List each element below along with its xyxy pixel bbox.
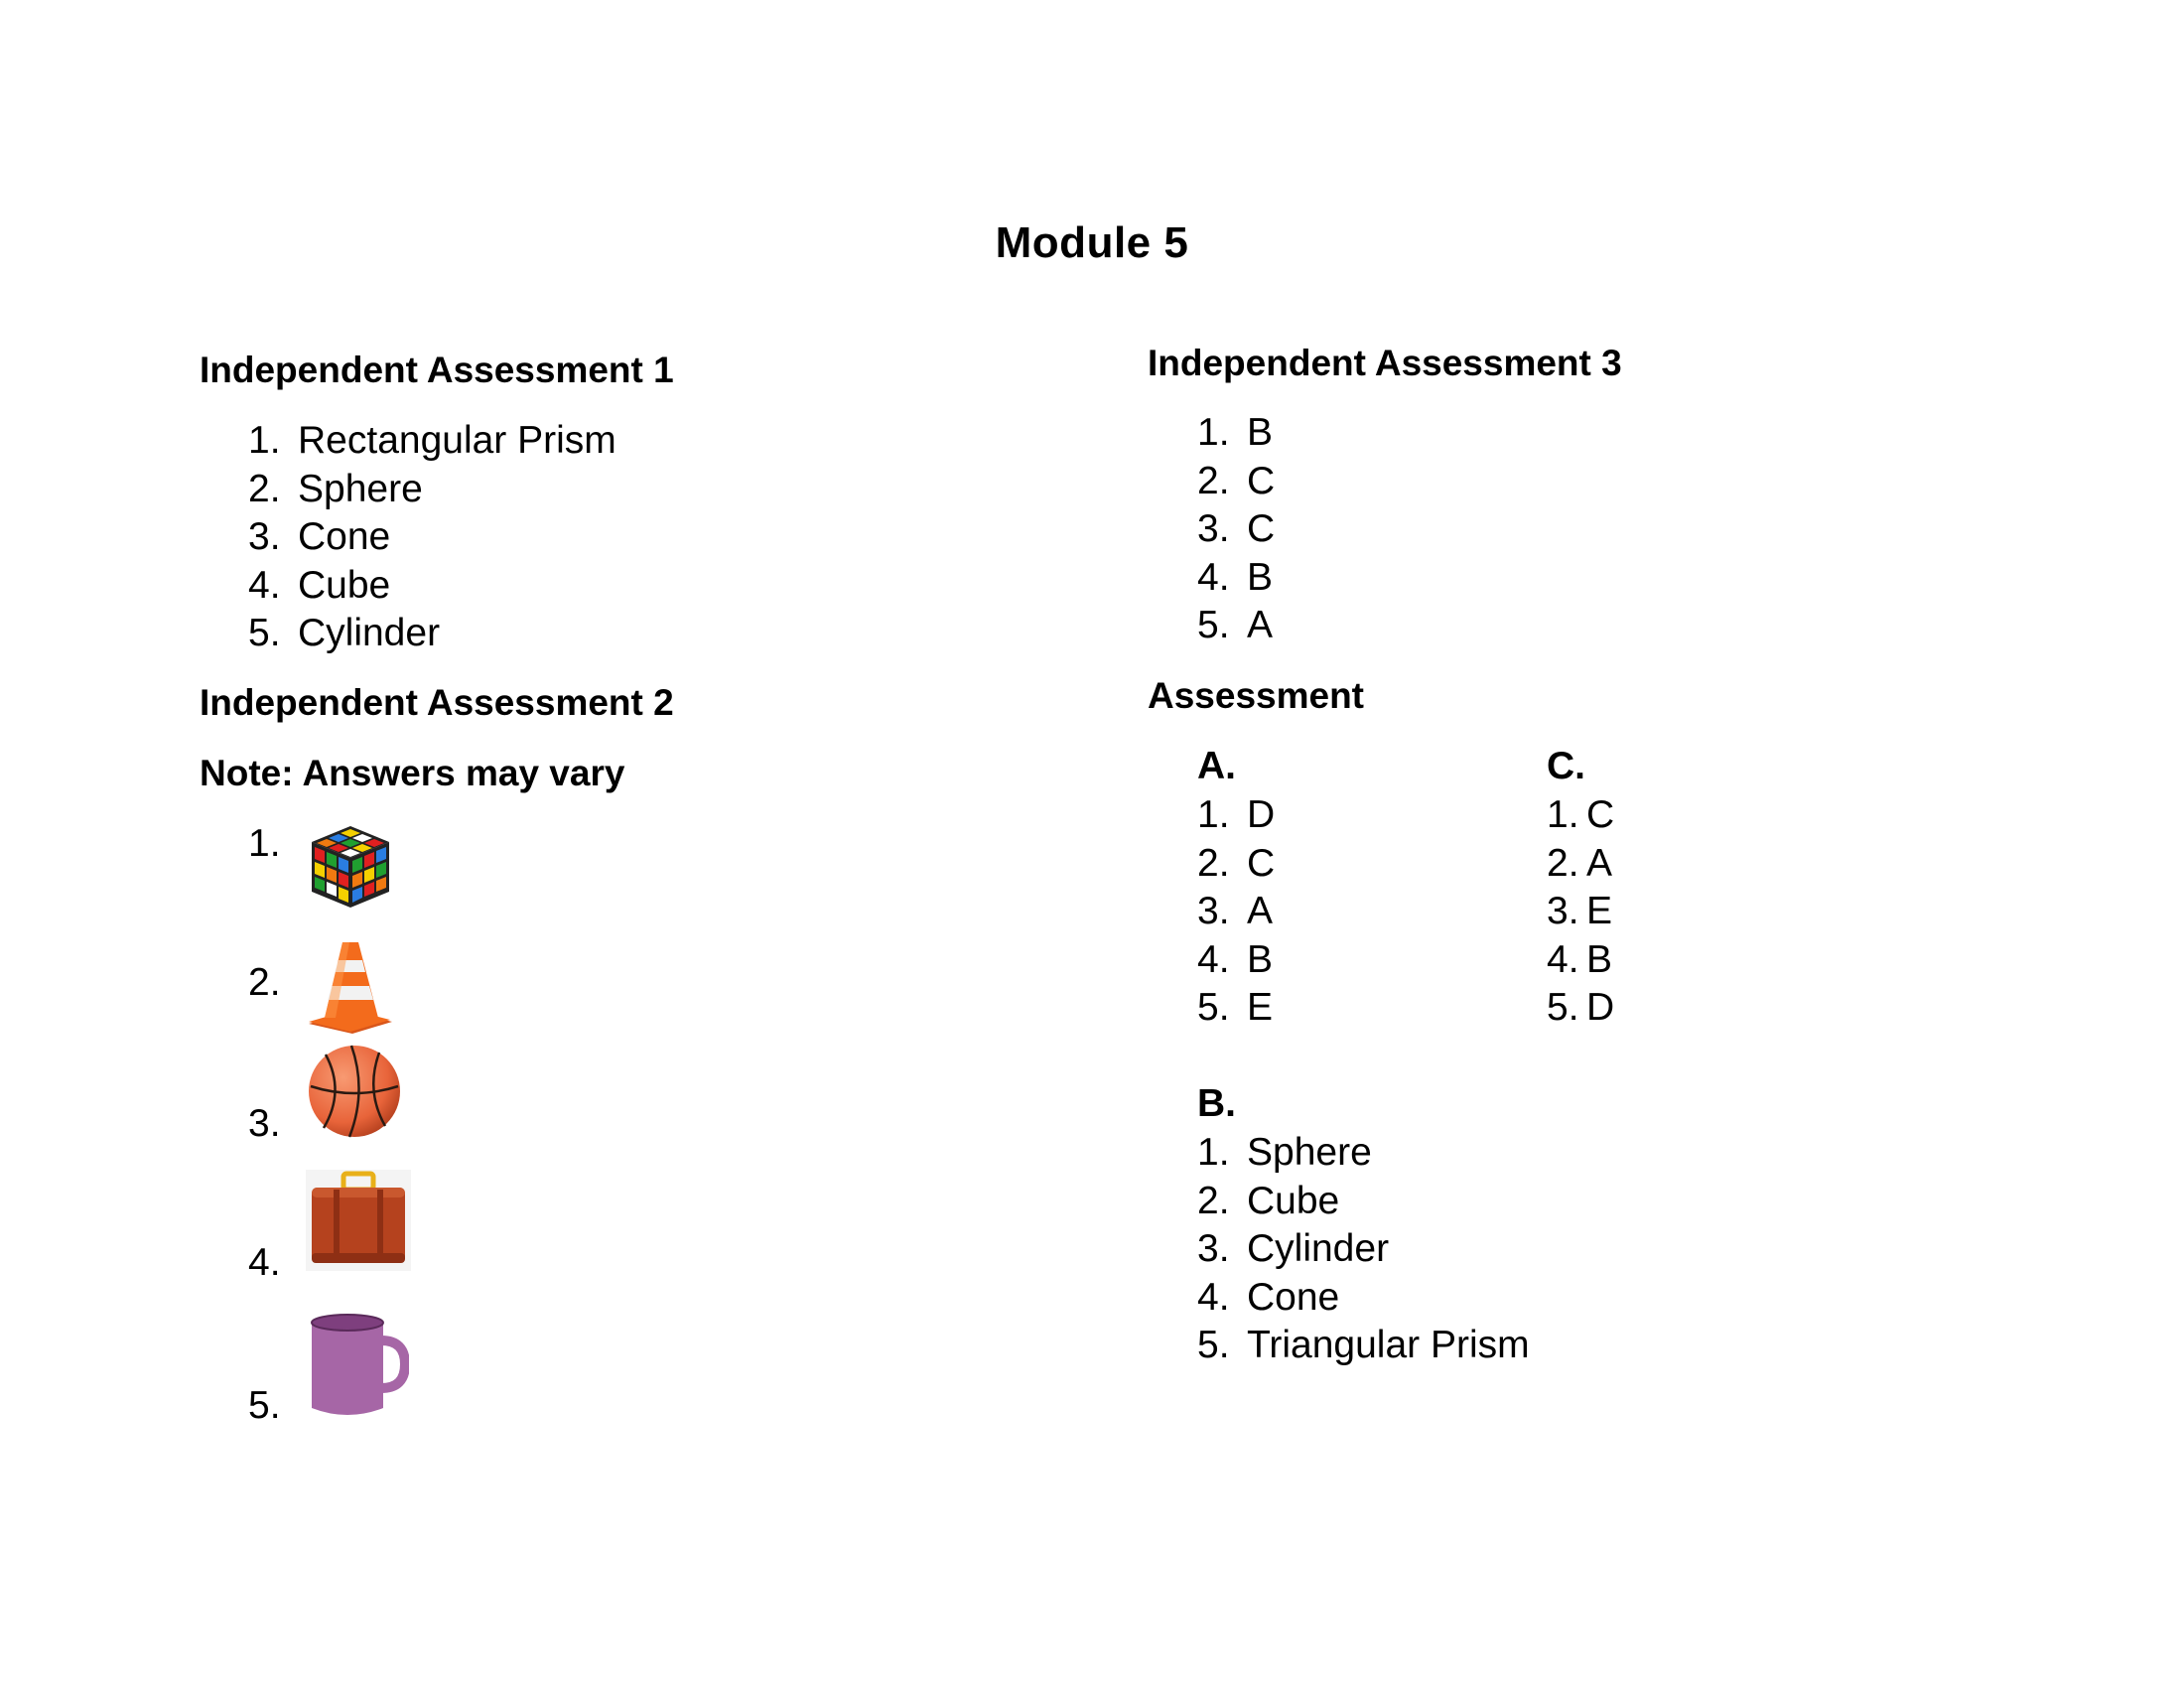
list-item: 1. B	[1197, 411, 1274, 454]
rubiks-cube-icon	[312, 826, 389, 908]
suitcase-icon	[306, 1170, 411, 1271]
basketball-icon	[309, 1045, 400, 1138]
part-c-list: 1. C 2. A 3. E 4. B 5. D	[1547, 791, 1614, 1033]
part-b-list: 1. Sphere 2. Cube 3. Cylinder 4. Cone 5. Tria…	[1197, 1129, 1530, 1370]
list-item: 1. Sphere	[1197, 1131, 1372, 1174]
ia2-item-1: 1.	[248, 822, 447, 921]
traffic-cone-icon	[309, 942, 392, 1034]
list-item: 3. E	[1547, 890, 1613, 933]
ia2-item-4: 4.	[248, 1170, 447, 1284]
list-item: 2. Cube	[1197, 1179, 1340, 1222]
part-c-label: C.	[1547, 745, 1585, 787]
ia2-item-3: 3.	[248, 1043, 447, 1152]
ia1-heading: Independent Assessment 1	[200, 350, 674, 390]
list-item: 2. A	[1547, 841, 1613, 885]
part-a-label: A.	[1197, 745, 1236, 787]
list-item: 4. B	[1197, 555, 1274, 599]
list-item: 4. B	[1547, 937, 1613, 981]
ia2-note: Note: Answers may vary	[200, 753, 625, 793]
list-item: 5. A	[1197, 604, 1274, 647]
list-item: 3. Cone	[248, 515, 391, 559]
ia2-item-2: 2.	[248, 942, 447, 1053]
ia2-heading: Independent Assessment 2	[200, 682, 674, 723]
ia3-list: 1. B 2. C 3. C 4. B 5. A	[1197, 409, 1275, 650]
list-item: 2. C	[1197, 459, 1276, 502]
list-item: 4. Cone	[1197, 1275, 1340, 1319]
page-title: Module 5	[995, 218, 1189, 267]
ia2-item-5: 5.	[248, 1313, 447, 1427]
assessment-heading: Assessment	[1148, 675, 1365, 716]
list-item: 4. B	[1197, 937, 1274, 981]
list-item: 3. C	[1197, 507, 1276, 551]
list-item: 1. D	[1197, 793, 1276, 836]
list-item: 5. Triangular Prism	[1197, 1324, 1530, 1367]
list-item: 1. C	[1547, 793, 1615, 836]
list-item: 4. Cube	[248, 563, 391, 607]
list-item: 3. Cylinder	[1197, 1227, 1390, 1271]
list-item: 3. A	[1197, 890, 1274, 933]
list-item: 2. Sphere	[248, 467, 423, 510]
ia3-heading: Independent Assessment 3	[1148, 343, 1622, 383]
list-item: 5. E	[1197, 986, 1274, 1030]
part-b-label: B.	[1197, 1082, 1236, 1125]
ia1-list: 1. Rectangular Prism 2. Sphere 3. Cone 4. Cu…	[248, 417, 616, 658]
list-item: 2. C	[1197, 841, 1276, 885]
list-item: 5. Cylinder	[248, 612, 441, 655]
mug-icon	[311, 1314, 409, 1415]
list-item: 5. D	[1547, 986, 1615, 1030]
list-item: 1. Rectangular Prism	[248, 419, 616, 462]
part-a-list: 1. D 2. C 3. A 4. B 5. E	[1197, 791, 1275, 1033]
